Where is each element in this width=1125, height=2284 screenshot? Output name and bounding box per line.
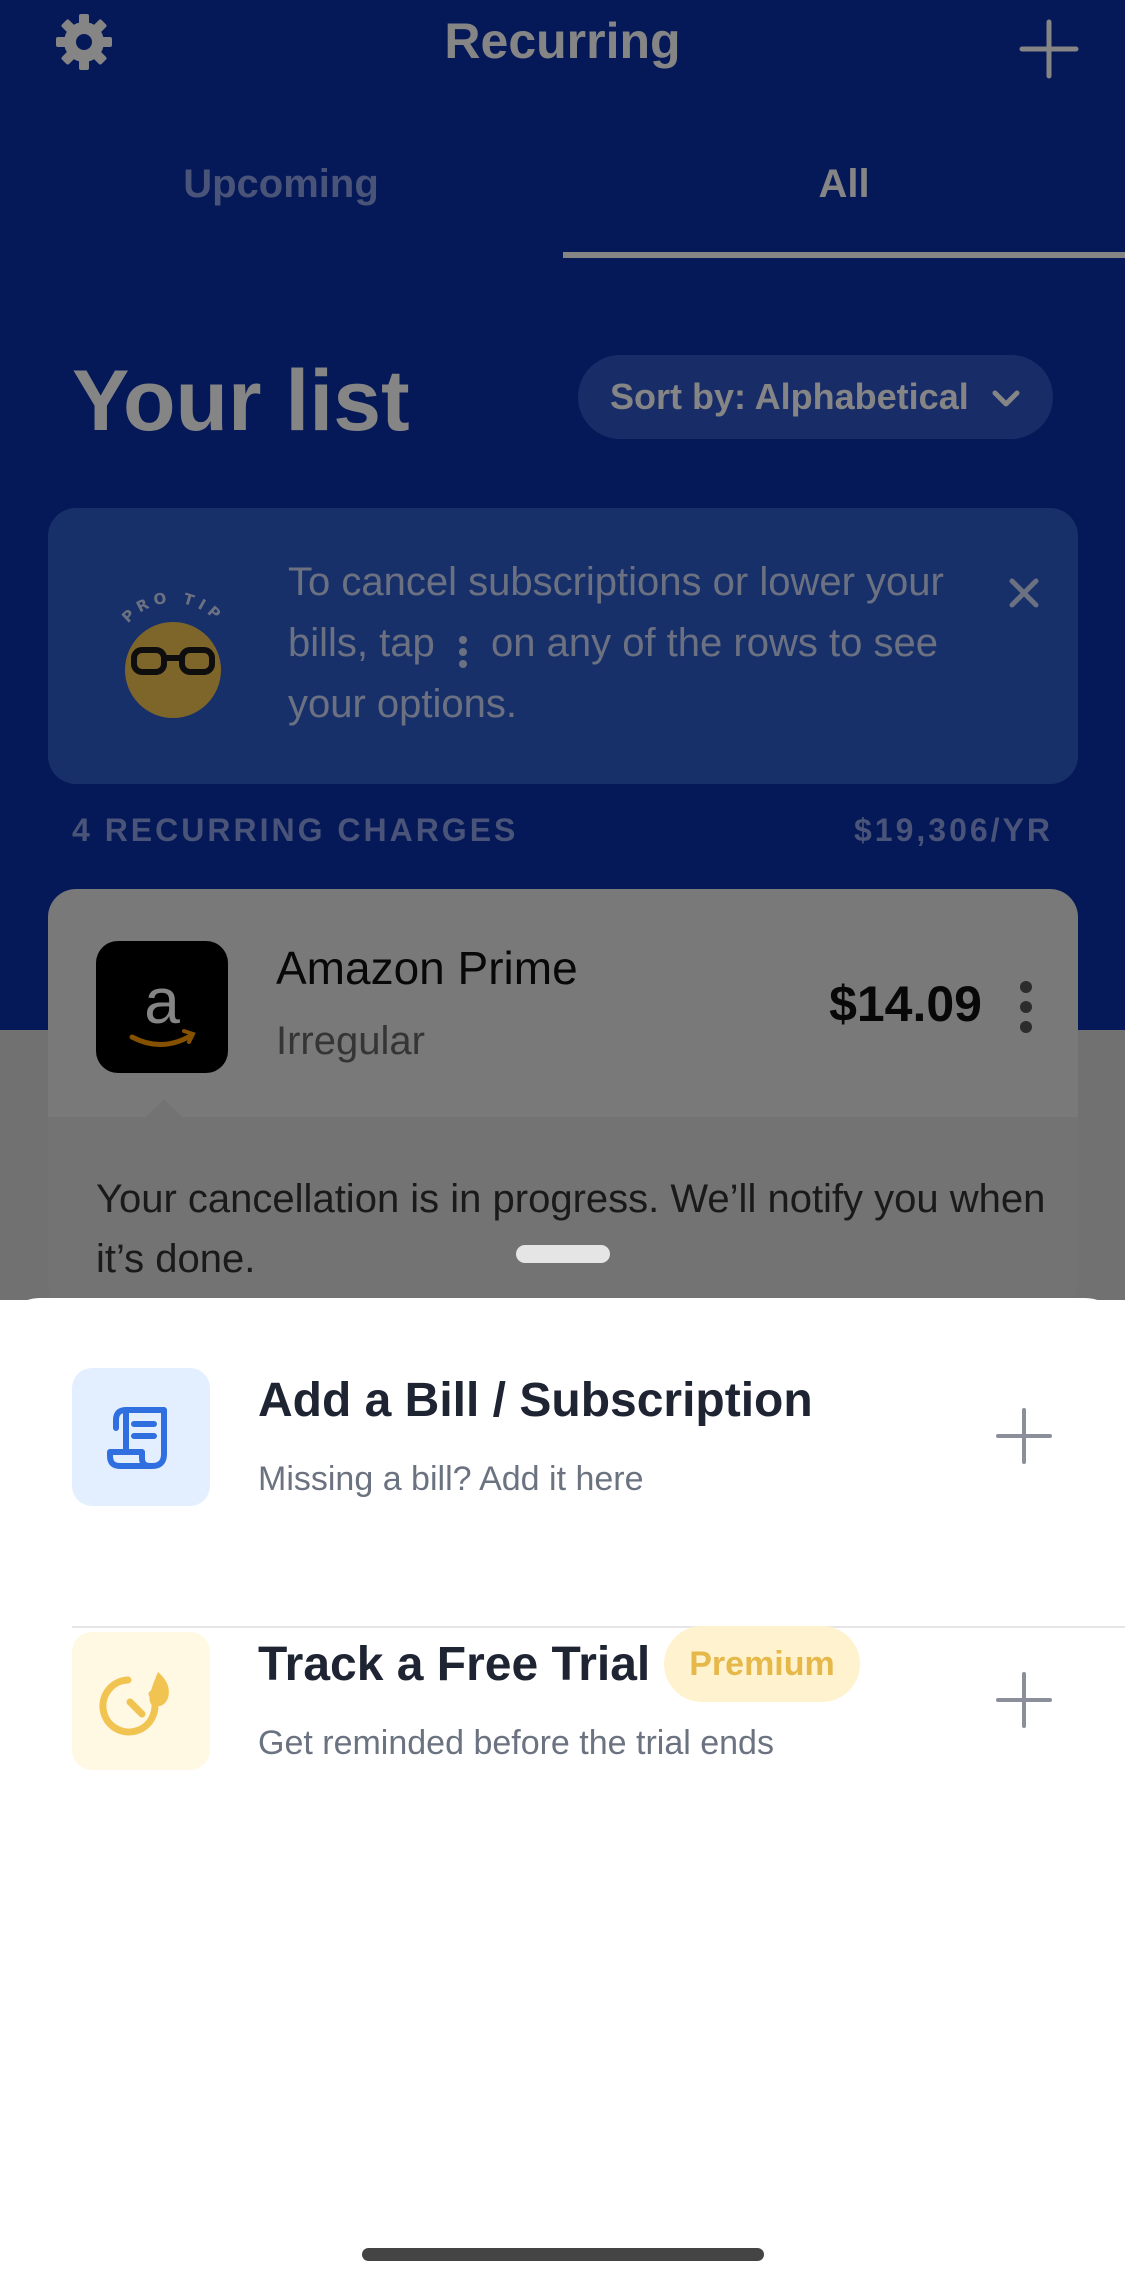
free-trial-plus-icon[interactable] (994, 1670, 1054, 1730)
free-trial-option[interactable]: Track a Free Trial Premium Get reminded … (0, 1626, 1125, 1852)
sheet-grab-handle[interactable] (516, 1245, 610, 1263)
add-bill-title: Add a Bill / Subscription (258, 1374, 813, 1427)
divider (72, 1626, 1125, 1628)
trial-timer-icon (72, 1632, 210, 1770)
premium-badge: Premium (664, 1626, 860, 1702)
add-bill-plus-icon[interactable] (994, 1406, 1054, 1466)
free-trial-subtitle: Get reminded before the trial ends (258, 1724, 774, 1762)
free-trial-title: Track a Free Trial (258, 1638, 651, 1691)
home-indicator (362, 2248, 764, 2261)
modal-backdrop[interactable] (0, 0, 1125, 1300)
add-bottom-sheet: Add a Bill / Subscription Missing a bill… (0, 1298, 1125, 2284)
add-bill-option[interactable]: Add a Bill / Subscription Missing a bill… (0, 1368, 1125, 1628)
add-bill-subtitle: Missing a bill? Add it here (258, 1460, 644, 1498)
recurring-screen: Recurring Upcoming All Your list Sort by… (0, 0, 1125, 1309)
receipt-icon (72, 1368, 210, 1506)
